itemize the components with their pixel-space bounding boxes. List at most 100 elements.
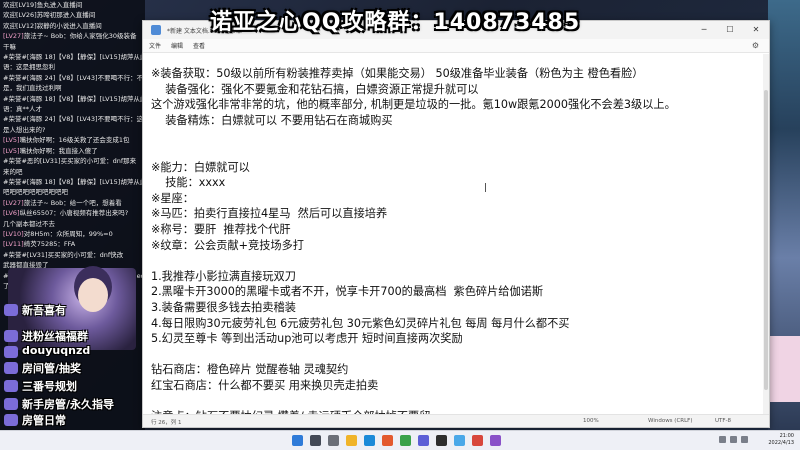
chat-message: 欢迎[LV12]寂静的小说进入直播间: [0, 21, 145, 31]
notepad-window[interactable]: *新建 文本文档.txt - 记事本 ─ ☐ ✕ 文件 编辑 查看 ⚙ ※装备获…: [142, 20, 770, 428]
clock-time: 21:00: [779, 433, 794, 439]
chat-message: [LV6]纵丝65507：小唐视频有推荐出来吗?: [0, 208, 145, 218]
douyu-icon: [4, 346, 18, 358]
avatar-face: [78, 278, 108, 312]
chat-message: [LV5]嘴扶你好啊：16级关救了还会变成1包: [0, 135, 145, 145]
text-line: ※能力：白嫖就可以: [151, 160, 250, 174]
chat-message: 吧吧吧吧吧吧吧吧吧吧: [0, 187, 145, 197]
overlay-label-text: 新吾喜有: [22, 304, 66, 317]
gift-icon: [4, 414, 18, 426]
chat-message-text: 是，我们直找过利啊: [3, 84, 62, 93]
text-line: ※马匹：拍卖行直接拉4星马 然后可以直接培养: [151, 207, 388, 221]
chat-message: [LV27]旅法子~ Bob：给一个吧，想着看: [0, 198, 145, 208]
chat-message-text: 欢迎[LV26]苏啼初那进入直播间: [3, 11, 96, 20]
text-line: ※星座：: [151, 191, 194, 205]
minimize-button[interactable]: ─: [691, 21, 717, 39]
chat-message-text: 嘴扶你好啊：16级关救了还会变成1包: [19, 136, 130, 145]
screen: 欢迎[LV19]鱼丸进入直播间欢迎[LV26]苏啼初那进入直播间 欢迎[LV12]…: [0, 0, 800, 450]
edge-icon[interactable]: [364, 435, 375, 446]
clock-date: 2022/4/13: [768, 440, 794, 446]
app-icon-3[interactable]: [418, 435, 429, 446]
chat-message-text: 纵丝65507：小唐视频有推荐出来吗?: [19, 209, 129, 218]
chat-message-text: 绮芡75285：FFA: [23, 240, 76, 249]
chat-message: #荣誉#[海豚 18]【V8】【静保】[LV15]胡萍从此日: [0, 177, 145, 187]
settings-gear-icon[interactable]: ⚙: [752, 41, 759, 50]
notepad-taskbar-icon[interactable]: [454, 435, 465, 446]
menu-file[interactable]: 文件: [149, 41, 161, 50]
text-line: [151, 347, 761, 363]
overlay-label-text: 房间管/抽奖: [22, 362, 82, 375]
chat-message-text: #荣誉#恶的[LV31]买买家的小可爱：dnf那来: [3, 157, 137, 166]
taskbar: 21:00 2022/4/13: [0, 430, 800, 450]
chat-message-text: 欢迎[LV19]鱼丸进入直播间: [3, 1, 83, 9]
text-line: 装备精炼：白嫖就可以 不要用钻石在商城购买: [151, 113, 393, 127]
app-icon-6[interactable]: [490, 435, 501, 446]
chat-message: 来的吧: [0, 167, 145, 177]
volume-icon[interactable]: [730, 436, 737, 443]
chat-message: [LV27]旅法子~ Bob：你给人家强化30级装备: [0, 31, 145, 41]
system-tray-icons: [719, 436, 748, 443]
qq-group-banner: 诺亚之心QQ攻略群：140873485: [210, 10, 581, 35]
text-line: 装备强化：强化不要氪金和花钻石搞，白嫖资源正常提升就可以: [151, 82, 479, 96]
gift-icon: [4, 330, 18, 342]
menu-view[interactable]: 查看: [193, 41, 205, 50]
scrollbar-thumb[interactable]: [764, 90, 768, 390]
overlay-label: 进粉丝福福群: [4, 328, 88, 344]
maximize-button[interactable]: ☐: [717, 21, 743, 39]
gift-icon: [4, 380, 18, 392]
overlay-label: 三番号规划: [4, 378, 77, 394]
chat-message-text: 嘴扶你好啊：我直接入傻了: [19, 146, 98, 155]
chat-message: [LV11]绮芡75285：FFA: [0, 239, 145, 249]
chat-message-text: 对8H5m：众所周知，99%=0: [23, 229, 113, 238]
gift-icon: [4, 398, 18, 410]
text-line: ※称号：要肝 推荐找个代肝: [151, 222, 291, 236]
app-icon-1[interactable]: [382, 435, 393, 446]
overlay-label: 新手房管/永久指导: [4, 396, 114, 412]
notepad-icon: [151, 25, 161, 35]
text-cursor: [485, 183, 486, 192]
chat-message: 是人想出来的?: [0, 125, 145, 135]
overlay-label: douyuqnzd: [4, 344, 90, 360]
chat-message-text: 欢迎[LV12]寂静的小说进入直播间: [3, 21, 102, 30]
chat-message-text: #荣誉#[海豚 18]【V8】【静保】[LV15]胡萍从此日: [3, 94, 145, 103]
app-icon-4[interactable]: [436, 435, 447, 446]
text-editor-area[interactable]: ※装备获取：50级以前所有粉装推荐卖掉（如果能交易） 50级准备毕业装备（粉色为…: [143, 54, 769, 414]
chat-message-text: 吧吧吧吧吧吧吧吧吧吧: [3, 188, 68, 197]
chat-message: 语：这是拥思忽利: [0, 62, 145, 72]
cursor-position: 行 26，列 1: [151, 420, 182, 426]
vertical-scrollbar[interactable]: [763, 54, 769, 414]
text-line: 2.黑曜卡开3000的黑曜卡或者不开，悦享卡开700的最高档 紫色碎片给伽诺斯: [151, 285, 544, 299]
chat-level-badge: [LV5]: [3, 136, 20, 145]
chat-level-badge: [LV27]: [3, 198, 24, 207]
start-icon[interactable]: [292, 435, 303, 446]
chat-level-badge: [LV27]: [3, 32, 24, 41]
overlay-label: 房管日常: [4, 412, 66, 428]
menu-edit[interactable]: 编辑: [171, 41, 183, 50]
chat-message-text: #荣誉#[LV31]买买家的小可爱：dnf快改: [3, 250, 124, 259]
text-line: 红宝石商店：什么都不要买 用来换贝壳走拍卖: [151, 378, 379, 392]
chat-message: #荣誉#[海豚 18]【V8】【静保】[LV15]胡萍从此日: [0, 52, 145, 62]
app-icon-5[interactable]: [472, 435, 483, 446]
battery-icon[interactable]: [741, 436, 748, 443]
status-bar: 行 26，列 1 100% Windows (CRLF) UTF-8: [143, 414, 769, 427]
search-icon[interactable]: [310, 435, 321, 446]
overlay-label-text: 进粉丝福福群: [22, 330, 88, 343]
app-icon-2[interactable]: [400, 435, 411, 446]
overlay-label-text: 新手房管/永久指导: [22, 398, 115, 411]
task-view-icon[interactable]: [328, 435, 339, 446]
text-line: 3.装备需要很多钱去拍卖稽装: [151, 300, 296, 314]
live-chat-panel: 欢迎[LV19]鱼丸进入直播间欢迎[LV26]苏啼初那进入直播间 欢迎[LV12]…: [0, 0, 145, 450]
chat-message-text: #荣誉#[海豚 18]【V8】【静保】[LV15]胡萍从此日: [3, 53, 145, 62]
chat-message-text: 干嘛: [3, 42, 16, 51]
file-explorer-icon[interactable]: [346, 435, 357, 446]
chat-message-text: 是人想出来的?: [3, 125, 46, 134]
text-line: 钻石商店：橙色碎片 觉醒卷轴 灵魂契约: [151, 363, 349, 377]
overlay-label-text: 房管日常: [22, 414, 66, 427]
text-line: 技能：xxxx: [151, 176, 226, 190]
menu-bar: 文件 编辑 查看 ⚙: [143, 39, 769, 53]
overlay-label-text: douyuqnzd: [22, 344, 91, 357]
clock[interactable]: 21:00 2022/4/13: [768, 433, 794, 447]
chat-message: #荣誉#[海豚 18]【V8】【静保】[LV15]胡萍从此日: [0, 94, 145, 104]
network-icon[interactable]: [719, 436, 726, 443]
close-button[interactable]: ✕: [743, 21, 769, 39]
